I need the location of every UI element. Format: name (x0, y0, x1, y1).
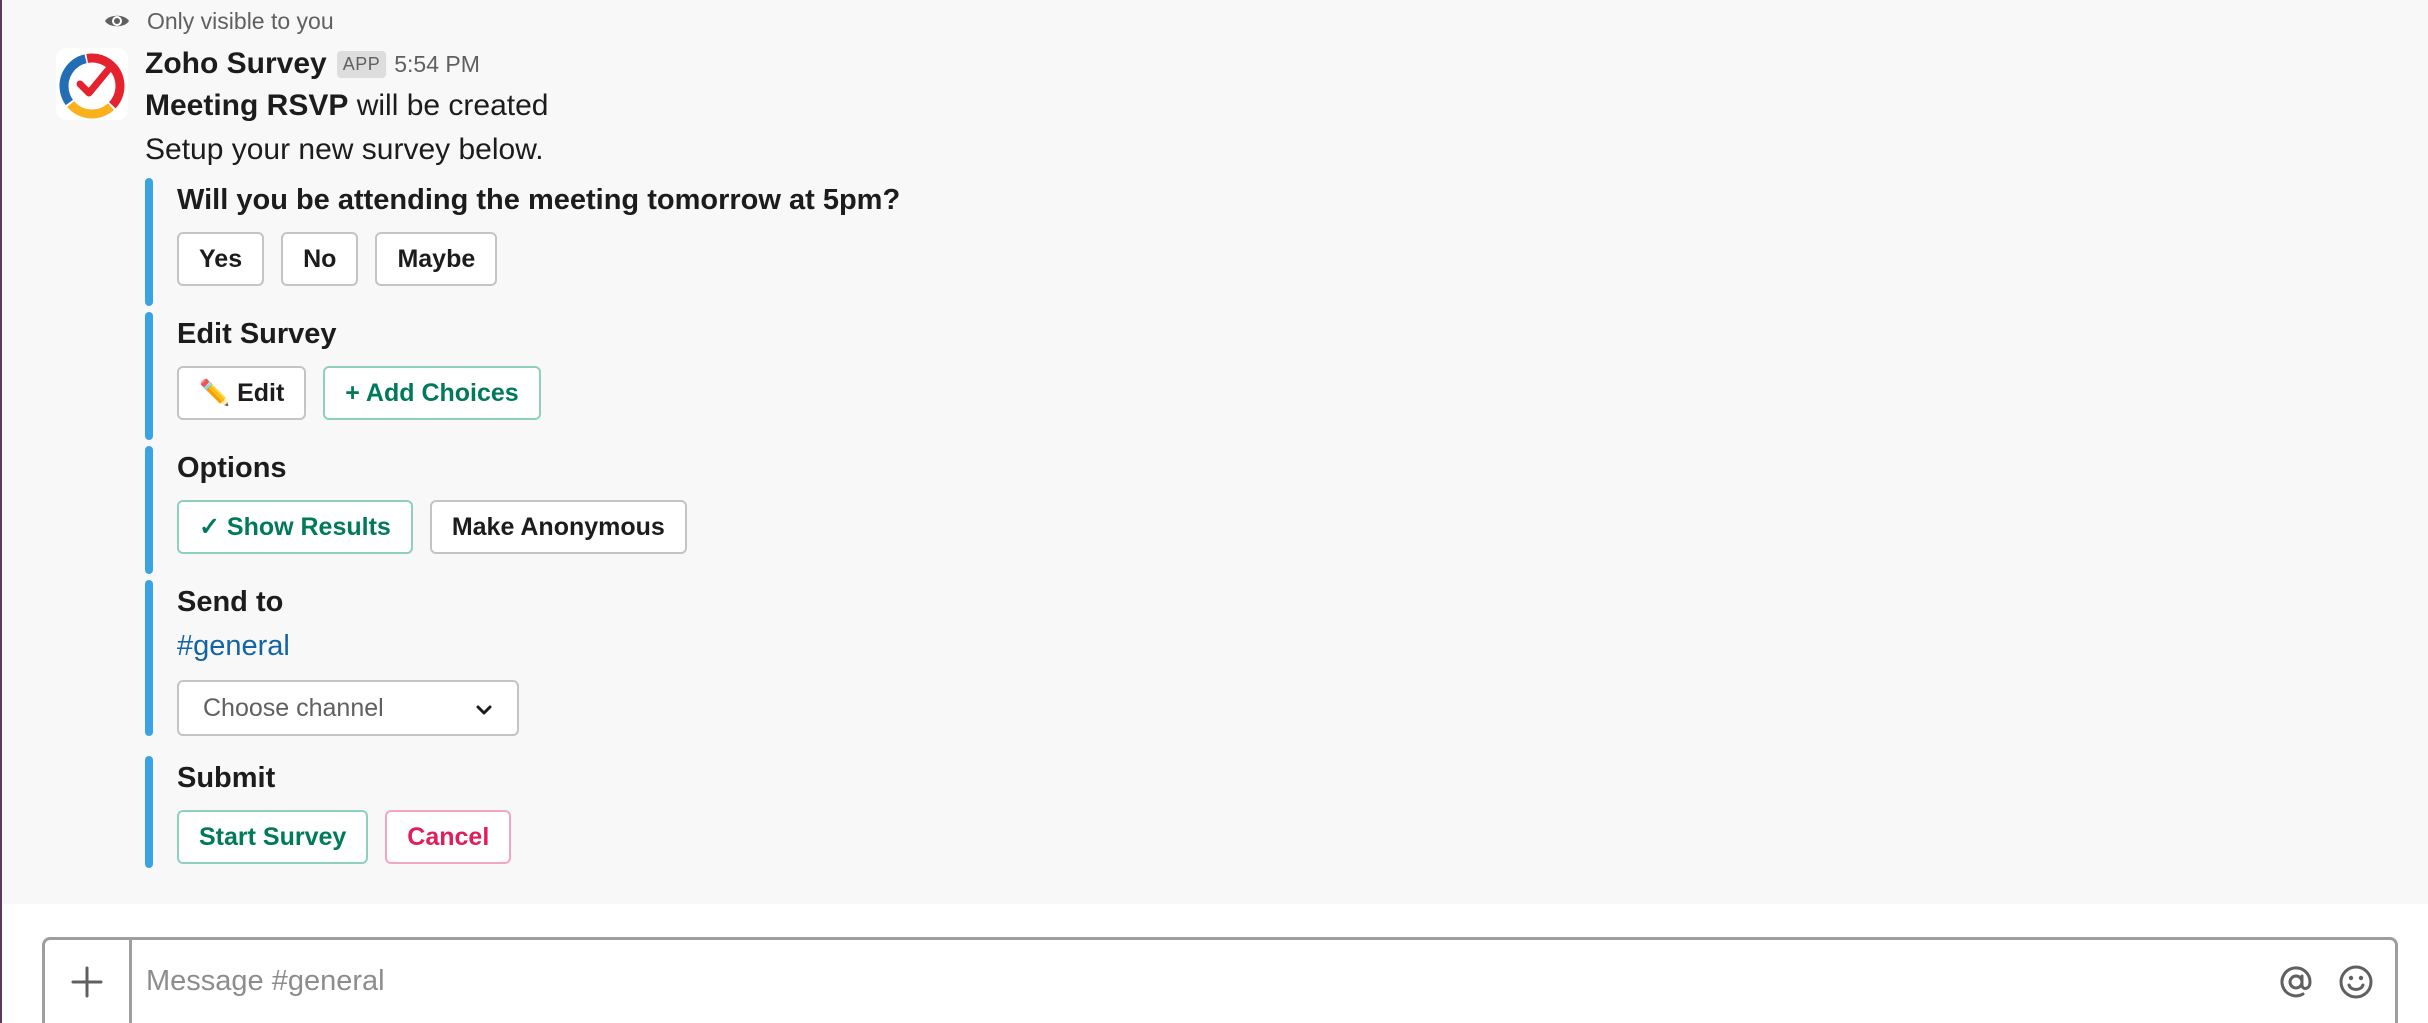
show-results-button[interactable]: ✓ Show Results (177, 500, 413, 554)
title-rest: will be created (348, 89, 549, 122)
message-title: Meeting RSVP will be created (145, 84, 2345, 128)
sender-name[interactable]: Zoho Survey (145, 47, 327, 81)
options-block: Options ✓ Show Results Make Anonymous (145, 446, 2345, 574)
submit-block: Submit Start Survey Cancel (145, 756, 2345, 868)
cancel-button[interactable]: Cancel (385, 810, 512, 864)
options-buttons: ✓ Show Results Make Anonymous (177, 500, 2345, 574)
edit-title: Edit Survey (177, 318, 337, 350)
choice-yes-button[interactable]: Yes (177, 232, 265, 286)
at-mention-icon[interactable] (2275, 961, 2317, 1003)
submit-title: Submit (177, 762, 276, 794)
choice-buttons: Yes No Maybe (177, 232, 2345, 306)
edit-button[interactable]: ✏️ Edit (177, 366, 307, 420)
plus-icon (71, 966, 103, 997)
start-survey-button[interactable]: Start Survey (177, 810, 369, 864)
choice-no-button[interactable]: No (281, 232, 359, 286)
attach-button[interactable] (45, 940, 132, 1023)
app-badge: APP (336, 50, 387, 78)
survey-name: Meeting RSVP (145, 89, 349, 122)
make-anonymous-button[interactable]: Make Anonymous (429, 500, 687, 554)
channel-link[interactable]: #general (177, 624, 2345, 668)
eye-icon (103, 7, 131, 35)
timestamp[interactable]: 5:54 PM (394, 51, 480, 78)
submit-buttons: Start Survey Cancel (177, 810, 2345, 868)
message-header: Zoho Survey APP 5:54 PM (145, 44, 2345, 84)
channel-select[interactable]: Choose channel (177, 680, 519, 736)
message-subtitle: Setup your new survey below. (145, 133, 544, 166)
message: Zoho Survey APP 5:54 PM Meeting RSVP wil… (145, 44, 2345, 868)
options-title: Options (177, 452, 287, 484)
zoho-survey-logo-icon (59, 53, 125, 119)
slack-window: Only visible to you Zoho Survey APP 5:54… (0, 0, 2428, 1023)
add-choices-button[interactable]: + Add Choices (323, 366, 541, 420)
ephemeral-text: Only visible to you (147, 7, 334, 34)
choice-maybe-button[interactable]: Maybe (375, 232, 498, 286)
ephemeral-notice: Only visible to you (103, 6, 334, 36)
edit-block: Edit Survey ✏️ Edit + Add Choices (145, 312, 2345, 440)
emoji-icon[interactable] (2335, 961, 2377, 1003)
question-block: Will you be attending the meeting tomorr… (145, 178, 2345, 306)
send-to-block: Send to #general Choose channel (145, 580, 2345, 736)
channel-select-placeholder: Choose channel (203, 693, 384, 722)
edit-buttons: ✏️ Edit + Add Choices (177, 366, 2345, 440)
message-input[interactable] (132, 940, 2275, 1023)
message-composer (42, 937, 2398, 1023)
message-area: Only visible to you Zoho Survey APP 5:54… (2, 0, 2428, 904)
send-to-title: Send to (177, 586, 284, 618)
composer-icons (2275, 940, 2395, 1023)
question-title: Will you be attending the meeting tomorr… (177, 184, 901, 216)
avatar[interactable] (56, 48, 128, 120)
chevron-down-icon (475, 694, 493, 723)
